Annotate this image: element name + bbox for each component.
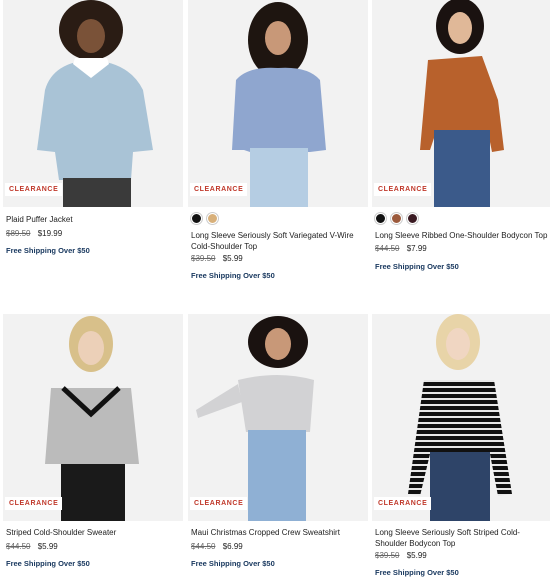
model-photo: [188, 0, 368, 207]
price-group: $44.50 $5.99: [6, 542, 58, 552]
product-image[interactable]: [3, 0, 183, 207]
sale-price: $5.99: [406, 551, 427, 560]
original-price: $44.50: [6, 542, 31, 551]
price-group: $44.50 $6.99: [191, 542, 243, 552]
model-photo: [372, 314, 550, 521]
clearance-badge: CLEARANCE: [374, 183, 432, 196]
product-image[interactable]: [3, 314, 183, 521]
product-image[interactable]: [372, 314, 550, 521]
sale-price: $7.99: [406, 244, 427, 253]
swatch-burgundy[interactable]: [407, 213, 418, 224]
product-name[interactable]: Plaid Puffer Jacket: [6, 214, 182, 225]
swatch-black[interactable]: [191, 213, 202, 224]
product-name[interactable]: Striped Cold-Shoulder Sweater: [6, 527, 182, 538]
sale-price: $5.99: [37, 542, 58, 551]
clearance-badge: CLEARANCE: [374, 497, 432, 510]
shipping-note: Free Shipping Over $50: [6, 246, 90, 255]
product-name[interactable]: Maui Christmas Cropped Crew Sweatshirt: [191, 527, 367, 538]
shipping-note: Free Shipping Over $50: [375, 568, 459, 577]
clearance-badge: CLEARANCE: [5, 497, 63, 510]
color-swatches: [191, 213, 218, 224]
clearance-badge: CLEARANCE: [190, 183, 248, 196]
shipping-note: Free Shipping Over $50: [191, 271, 275, 280]
product-name[interactable]: Long Sleeve Seriously Soft Variegated V-…: [191, 230, 367, 252]
original-price: $39.50: [191, 254, 216, 263]
price-group: $89.50 $19.99: [6, 229, 62, 239]
original-price: $89.50: [6, 229, 31, 238]
price-group: $44.50 $7.99: [375, 244, 427, 254]
original-price: $39.50: [375, 551, 400, 560]
product-image[interactable]: [372, 0, 550, 207]
product-name[interactable]: Long Sleeve Ribbed One-Shoulder Bodycon …: [375, 230, 550, 241]
product-image[interactable]: [188, 314, 368, 521]
price-group: $39.50 $5.99: [375, 551, 427, 561]
clearance-badge: CLEARANCE: [5, 183, 63, 196]
sale-price: $5.99: [222, 254, 243, 263]
original-price: $44.50: [191, 542, 216, 551]
original-price: $44.50: [375, 244, 400, 253]
product-image[interactable]: [188, 0, 368, 207]
product-name[interactable]: Long Sleeve Seriously Soft Striped Cold-…: [375, 527, 550, 549]
model-photo: [372, 0, 550, 207]
swatch-tan[interactable]: [207, 213, 218, 224]
model-photo: [3, 314, 183, 521]
model-photo: [3, 0, 183, 207]
shipping-note: Free Shipping Over $50: [191, 559, 275, 568]
swatch-black[interactable]: [375, 213, 386, 224]
shipping-note: Free Shipping Over $50: [375, 262, 459, 271]
price-group: $39.50 $5.99: [191, 254, 243, 264]
sale-price: $19.99: [37, 229, 63, 238]
swatch-rust[interactable]: [391, 213, 402, 224]
sale-price: $6.99: [222, 542, 243, 551]
color-swatches: [375, 213, 418, 224]
shipping-note: Free Shipping Over $50: [6, 559, 90, 568]
clearance-badge: CLEARANCE: [190, 497, 248, 510]
model-photo: [188, 314, 368, 521]
